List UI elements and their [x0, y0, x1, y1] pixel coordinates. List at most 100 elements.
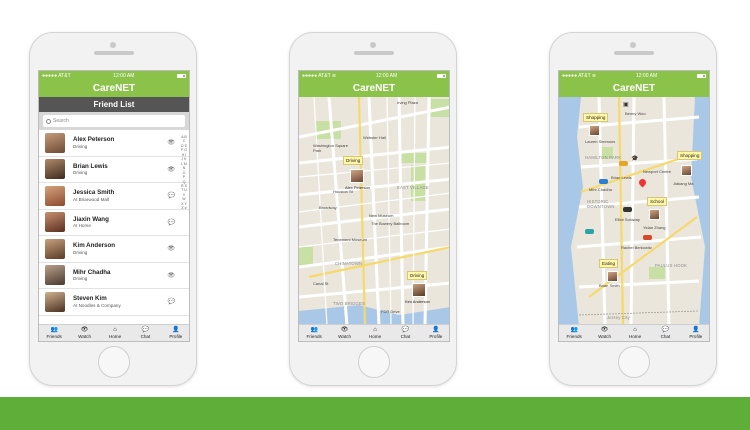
map-label: Newport Centre — [643, 169, 672, 174]
friend-status: Driving — [73, 143, 88, 149]
friend-name: Steven Kim — [73, 295, 107, 302]
footer-band — [0, 397, 750, 430]
friend-name: Mihr Chadha — [73, 268, 111, 276]
tab-home[interactable]: ⌂ Home — [620, 325, 650, 341]
map-label: Brian Lewis — [611, 175, 632, 180]
tab-label: Chat — [660, 334, 671, 339]
chat-icon: 💬 — [141, 327, 150, 333]
map-label: Benny Woo — [625, 111, 646, 116]
tab-label: Watch — [598, 334, 612, 339]
friend-row[interactable]: Steven Kim At Noodles & Company 💬 — [39, 289, 189, 316]
status-callout: Eating — [599, 259, 619, 268]
eye-icon[interactable]: 👁 — [167, 272, 175, 279]
app-title: CareNET — [39, 80, 189, 97]
map-label: New Museum — [369, 213, 394, 218]
screen: ●●●●● AT&T 12:00 AM CareNET Friend List … — [38, 70, 190, 342]
tab-label: Profile — [689, 334, 703, 339]
map-label: Washington Square Park — [313, 143, 348, 153]
eye-icon[interactable]: 👁 — [167, 245, 175, 252]
chat-icon[interactable]: 💬 — [168, 298, 175, 305]
canvas: ●●●●● AT&T 12:00 AM CareNET Friend List … — [0, 0, 750, 430]
clock: 12:00 AM — [635, 72, 658, 79]
tab-friends[interactable]: 👥 Friends — [39, 325, 69, 341]
tab-watch[interactable]: 👁 Watch — [69, 325, 99, 341]
clock: 12:00 AM — [375, 72, 398, 79]
home-button[interactable] — [98, 346, 130, 378]
friend-name: Jiaxin Wang — [73, 215, 109, 223]
chat-icon[interactable]: 💬 — [168, 219, 175, 226]
friend-row[interactable]: Kim Anderson Driving 👁 — [39, 236, 189, 263]
tab-chat[interactable]: 💬 Chat — [650, 325, 680, 341]
alphabet-index[interactable]: A B C D E F G H I J K L M N O P Q R S T … — [181, 135, 187, 211]
carrier: ●●●●● AT&T ≋ — [562, 72, 597, 79]
search-input[interactable]: Search — [43, 115, 185, 127]
map-label: Jersey City — [607, 315, 630, 320]
tab-profile[interactable]: 👤 Profile — [161, 325, 189, 341]
home-button[interactable] — [358, 346, 390, 378]
battery-icon — [697, 73, 706, 78]
tab-label: Watch — [338, 334, 352, 339]
map-label: PAULUS HOOK — [655, 263, 688, 268]
profile-icon: 👤 — [432, 327, 440, 333]
tab-home[interactable]: ⌂ Home — [360, 325, 390, 341]
tab-watch[interactable]: 👁 Watch — [589, 325, 619, 341]
friend-row[interactable]: Jessica Smith At Briarwood Mall 💬 — [39, 183, 189, 210]
tab-bar: 👥 Friends 👁 Watch ⌂ Home 💬 Chat 👤 Profile — [39, 324, 189, 341]
tab-home[interactable]: ⌂ Home — [100, 325, 130, 341]
map-label: Jiakang Ma — [673, 181, 694, 186]
status-callout: Shopping — [583, 113, 609, 122]
friend-row[interactable]: Brian Lewis Driving 👁 — [39, 157, 189, 183]
avatar[interactable] — [589, 125, 600, 136]
search-bar: Search — [39, 112, 189, 130]
car-icon[interactable] — [619, 161, 628, 166]
friend-row[interactable]: Jiaxin Wang At Home 💬 — [39, 210, 189, 236]
search-icon — [46, 118, 51, 124]
app-title: CareNET — [559, 80, 709, 97]
eye-icon[interactable]: 👁 — [167, 166, 175, 173]
friend-name: Jessica Smith — [73, 189, 115, 196]
battery-icon — [437, 73, 446, 78]
map-label: Canal St — [313, 281, 329, 286]
map[interactable]: Benny Woo HAMILTON PARK Newport Centre H… — [559, 97, 709, 326]
car-icon[interactable] — [643, 235, 652, 240]
chat-icon[interactable]: 💬 — [168, 192, 175, 199]
chat-icon: 💬 — [401, 327, 410, 333]
tab-profile[interactable]: 👤 Profile — [421, 325, 449, 341]
tab-friends[interactable]: 👥 Friends — [559, 325, 589, 341]
home-button[interactable] — [618, 346, 650, 378]
tab-profile[interactable]: 👤 Profile — [681, 325, 709, 341]
avatar — [45, 238, 65, 259]
map-label: The Bowery Ballroom — [371, 221, 410, 226]
friend-row[interactable]: Mihr Chadha Driving 👁 — [39, 263, 189, 289]
school-icon: 🎓 — [631, 156, 639, 162]
map[interactable]: Irving Plaza Webster Hall Washington Squ… — [299, 97, 449, 326]
tab-label: Home — [108, 334, 122, 339]
avatar — [45, 185, 65, 206]
phone-friend-list: ●●●●● AT&T 12:00 AM CareNET Friend List … — [29, 32, 197, 386]
avatar[interactable] — [607, 271, 618, 282]
friend-list-title: Friend List — [39, 97, 189, 112]
tab-friends[interactable]: 👥 Friends — [299, 325, 329, 341]
map-label: Mihr Chadha — [589, 187, 612, 192]
avatar[interactable] — [649, 209, 660, 220]
tab-chat[interactable]: 💬 Chat — [390, 325, 420, 341]
avatar — [45, 265, 65, 286]
shop-icon: ▣ — [623, 102, 629, 108]
eye-icon[interactable]: 👁 — [167, 139, 175, 146]
tab-chat[interactable]: 💬 Chat — [130, 325, 160, 341]
map-label: EAST VILLAGE — [397, 185, 429, 190]
friend-row[interactable]: Alex Peterson Driving 👁 — [39, 130, 189, 157]
avatar[interactable] — [681, 165, 692, 176]
app-title: CareNET — [299, 80, 449, 97]
tab-label: Home — [368, 334, 382, 339]
car-icon[interactable] — [599, 179, 608, 184]
tab-watch[interactable]: 👁 Watch — [329, 325, 359, 341]
camera — [110, 42, 116, 48]
clock: 12:00 AM — [113, 72, 135, 79]
avatar — [45, 291, 65, 312]
car-icon[interactable] — [623, 207, 632, 212]
tab-label: Chat — [140, 334, 151, 339]
avatar[interactable] — [350, 169, 364, 183]
avatar[interactable] — [412, 283, 426, 297]
car-icon[interactable] — [585, 229, 594, 234]
